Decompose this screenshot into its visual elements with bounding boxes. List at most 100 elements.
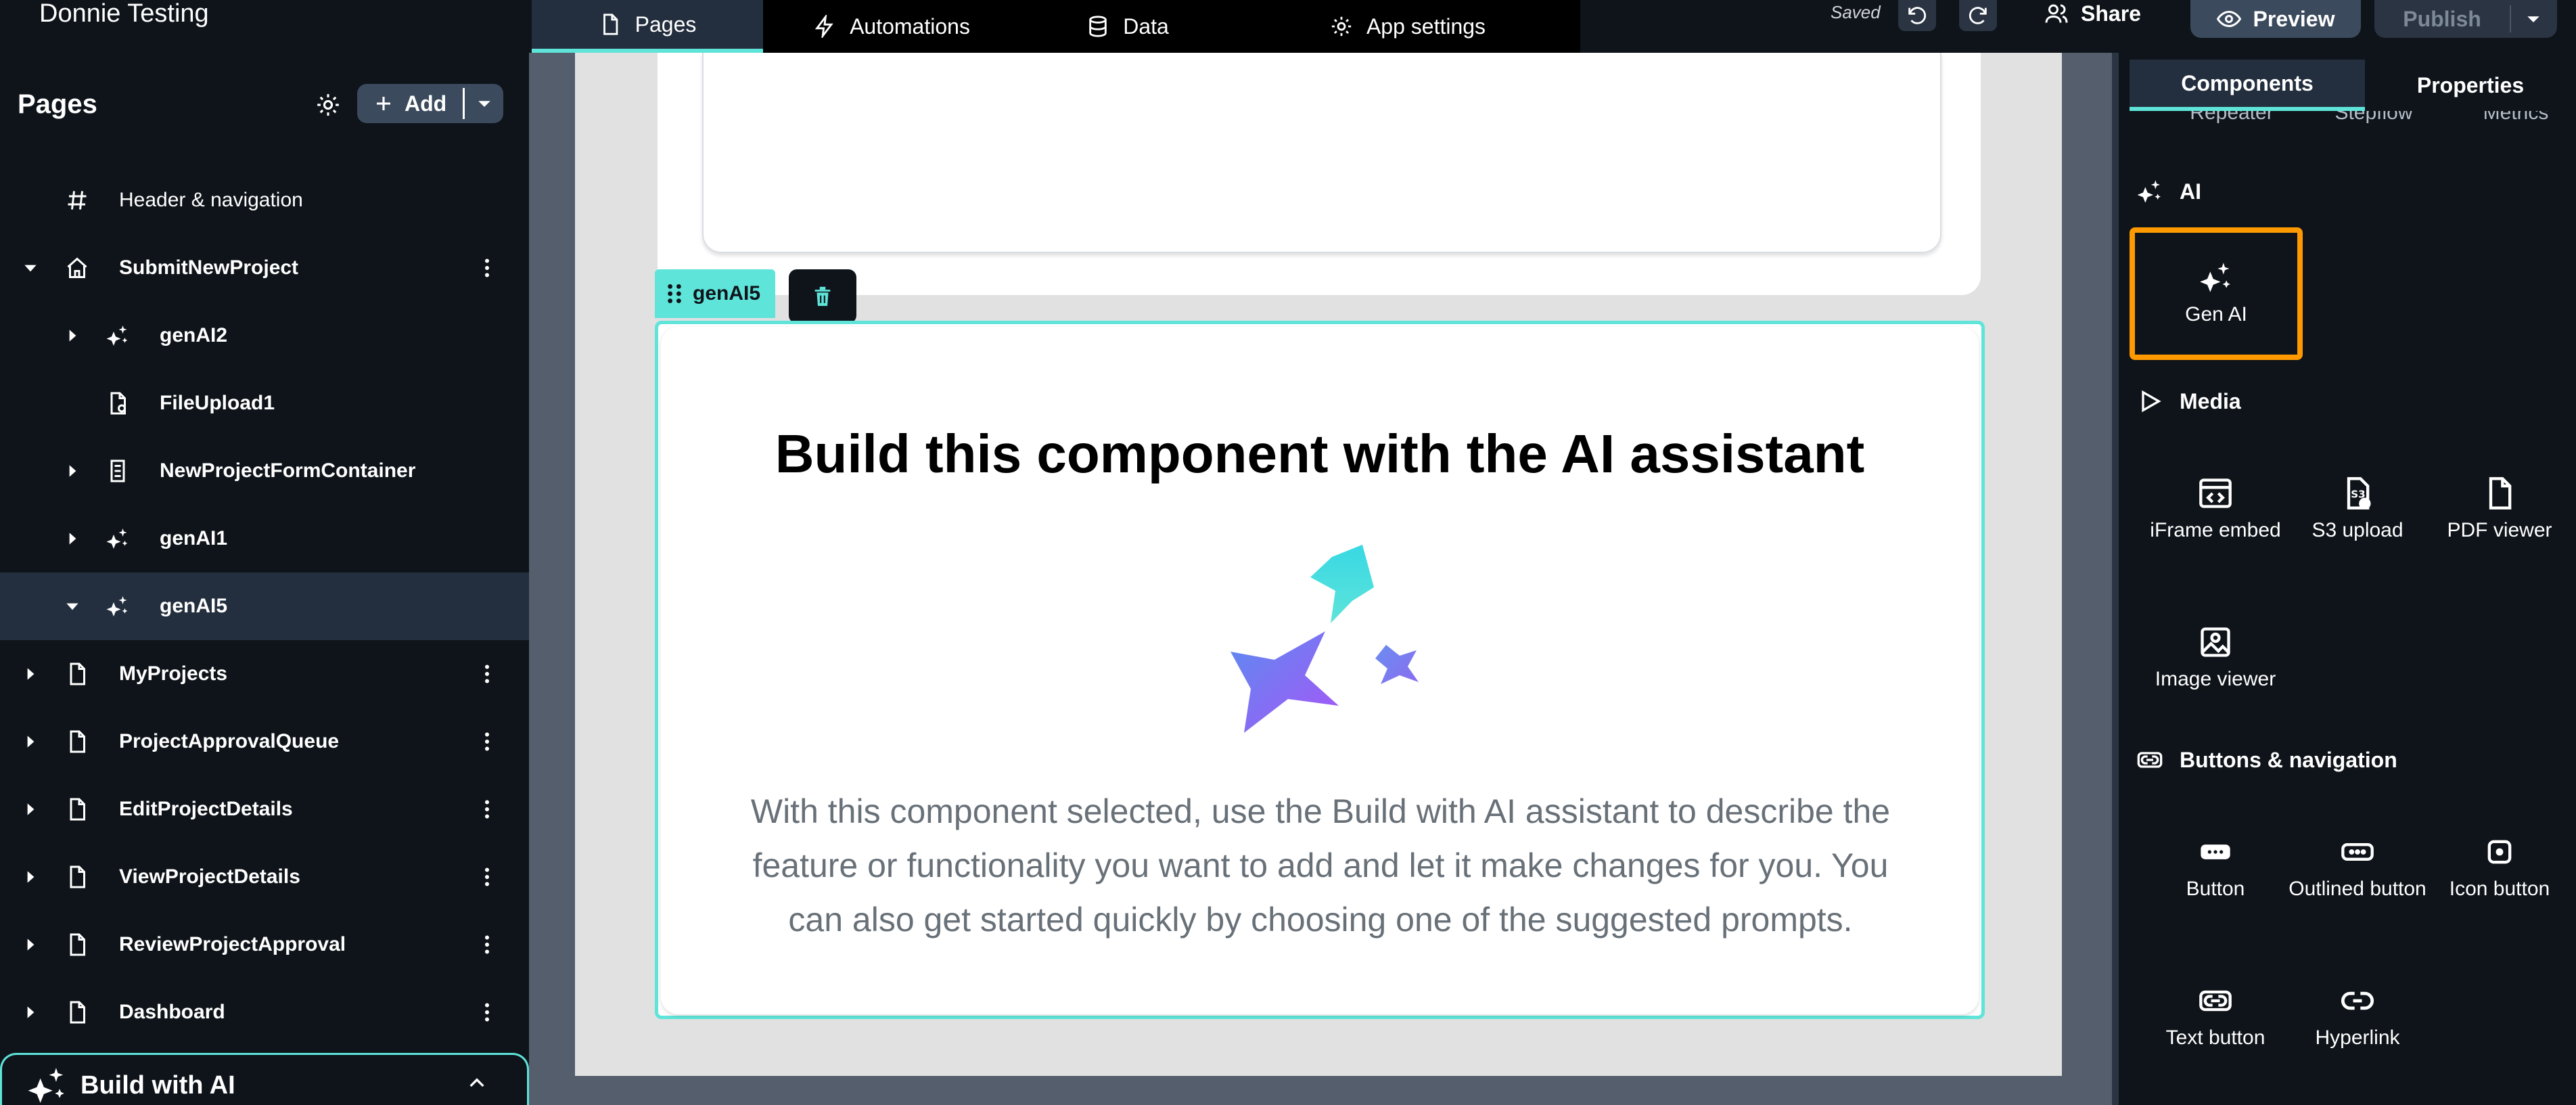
component-s3-upload[interactable]: S3 S3 upload: [2280, 445, 2435, 574]
more-vertical-icon[interactable]: [475, 1000, 499, 1024]
link-icon: [2341, 991, 2374, 1010]
chevron-right-icon[interactable]: [22, 936, 39, 953]
component-text-button[interactable]: Text button: [2138, 953, 2293, 1081]
page-icon: [70, 798, 85, 821]
add-page-button[interactable]: Add: [357, 84, 503, 123]
section-ai: AI: [2136, 175, 2201, 208]
gear-icon: [1331, 16, 1352, 37]
section-label: Media: [2180, 388, 2241, 413]
page-icon: [70, 1001, 85, 1024]
gear-icon[interactable]: [315, 92, 341, 118]
chevron-down-icon[interactable]: [22, 259, 39, 277]
tree-item-label: genAI1: [160, 527, 228, 549]
tree-item-genai2[interactable]: genAI2: [0, 302, 529, 369]
more-vertical-icon[interactable]: [475, 662, 499, 686]
tree-item-label: EditProjectDetails: [119, 798, 293, 820]
tab-label: Pages: [635, 12, 697, 37]
tree-item-genai1[interactable]: genAI1: [0, 505, 529, 572]
component-gen-ai[interactable]: Gen AI: [2130, 227, 2303, 360]
tab-automations[interactable]: Automations: [763, 0, 1020, 53]
button-icon: [2201, 844, 2230, 859]
tree-item-myprojects[interactable]: MyProjects: [0, 640, 529, 708]
tree-item-label: ViewProjectDetails: [119, 865, 300, 888]
caret-down-icon[interactable]: [2523, 9, 2544, 29]
drag-handle-icon[interactable]: [666, 282, 683, 305]
tree-item-dashboard[interactable]: Dashboard: [0, 978, 529, 1046]
tree-item-newprojectformcontainer[interactable]: NewProjectFormContainer: [0, 437, 529, 505]
share-label: Share: [2081, 1, 2141, 26]
tree-item-label: genAI2: [160, 324, 228, 346]
component-icon-button[interactable]: Icon button: [2422, 804, 2576, 932]
tree-item-submitnewproject[interactable]: SubmitNewProject: [0, 234, 529, 302]
add-main[interactable]: Add: [357, 91, 463, 116]
component-repeater[interactable]: Repeater: [2174, 111, 2289, 126]
chevron-right-icon[interactable]: [22, 868, 39, 886]
users-icon: [2045, 4, 2068, 23]
sparkle-icon: [106, 528, 128, 549]
tab-pages[interactable]: Pages: [532, 0, 763, 53]
component-iframe-embed[interactable]: iFrame embed: [2138, 445, 2293, 574]
chevron-down-icon[interactable]: [64, 597, 81, 615]
component-label: Text button: [2165, 1027, 2266, 1049]
tree-item-viewprojectdetails[interactable]: ViewProjectDetails: [0, 843, 529, 911]
component-button[interactable]: Button: [2138, 804, 2293, 932]
tab-properties[interactable]: Properties: [2365, 60, 2576, 111]
component-metrics[interactable]: Metrics: [2458, 111, 2573, 126]
share-button[interactable]: Share: [2044, 0, 2141, 27]
sparkle-icon: [28, 1068, 64, 1103]
components-panel: Components Properties Repeater Stepflow …: [2112, 53, 2576, 1105]
plus-icon: [377, 97, 390, 110]
component-image-viewer[interactable]: Image viewer: [2138, 594, 2293, 723]
tree-item-reviewprojectapproval[interactable]: ReviewProjectApproval: [0, 911, 529, 978]
tree-item-header-navigation[interactable]: Header & navigation: [0, 166, 529, 234]
component-outlined-button[interactable]: Outlined button: [2280, 804, 2435, 932]
previous-component-card[interactable]: [658, 53, 1981, 295]
app-title: Donnie Testing: [39, 0, 209, 28]
component-pdf-viewer[interactable]: PDF viewer: [2422, 445, 2576, 574]
component-label: S3 upload: [2312, 519, 2404, 541]
more-vertical-icon[interactable]: [475, 932, 499, 957]
component-label: Stepflow: [2334, 111, 2413, 124]
component-stepflow[interactable]: Stepflow: [2316, 111, 2431, 126]
component-label: iFrame embed: [2150, 519, 2281, 541]
more-vertical-icon[interactable]: [475, 256, 499, 280]
tab-app-settings[interactable]: App settings: [1235, 0, 1580, 53]
more-vertical-icon[interactable]: [475, 797, 499, 821]
tab-data[interactable]: Data: [1020, 0, 1235, 53]
chevron-right-icon[interactable]: [64, 462, 81, 480]
link-box-icon: [2137, 752, 2163, 768]
tree-item-editprojectdetails[interactable]: EditProjectDetails: [0, 775, 529, 843]
more-vertical-icon[interactable]: [475, 729, 499, 754]
tree-item-genai5[interactable]: genAI5: [0, 572, 529, 640]
undo-button[interactable]: [1898, 0, 1936, 31]
redo-button[interactable]: [1959, 0, 1997, 31]
sidebar-title: Pages: [18, 89, 97, 119]
chevron-right-icon[interactable]: [22, 1003, 39, 1021]
tree-item-fileupload1[interactable]: FileUpload1: [0, 369, 529, 437]
chevron-up-icon[interactable]: [466, 1073, 488, 1094]
preview-button[interactable]: Preview: [2190, 0, 2361, 38]
publish-button[interactable]: Publish: [2374, 0, 2557, 38]
chevron-right-icon[interactable]: [22, 665, 39, 683]
gen-ai-component[interactable]: Build this component with the AI assista…: [655, 321, 1985, 1019]
chevron-right-icon[interactable]: [64, 530, 81, 547]
gen-ai-title: Build this component with the AI assista…: [775, 424, 1865, 484]
delete-component-button[interactable]: [789, 269, 856, 323]
tab-components[interactable]: Components: [2130, 60, 2365, 111]
tree-item-label: SubmitNewProject: [119, 256, 299, 279]
page-icon: [70, 933, 85, 956]
caret-down-icon[interactable]: [474, 93, 495, 114]
tree-item-projectapprovalqueue[interactable]: ProjectApprovalQueue: [0, 708, 529, 775]
chevron-right-icon[interactable]: [22, 733, 39, 750]
undo-icon: [1908, 7, 1927, 24]
sparkle-illustration-icon: [1230, 545, 1419, 733]
tab-label: Automations: [850, 14, 970, 39]
more-vertical-icon[interactable]: [475, 865, 499, 889]
tree-item-label: MyProjects: [119, 662, 228, 685]
selected-component-tag[interactable]: genAI5: [655, 269, 775, 318]
component-label: PDF viewer: [2447, 519, 2552, 541]
chevron-right-icon[interactable]: [64, 327, 81, 344]
component-hyperlink[interactable]: Hyperlink: [2280, 953, 2435, 1081]
build-with-ai-panel[interactable]: Build with AI: [0, 1053, 529, 1105]
chevron-right-icon[interactable]: [22, 800, 39, 818]
